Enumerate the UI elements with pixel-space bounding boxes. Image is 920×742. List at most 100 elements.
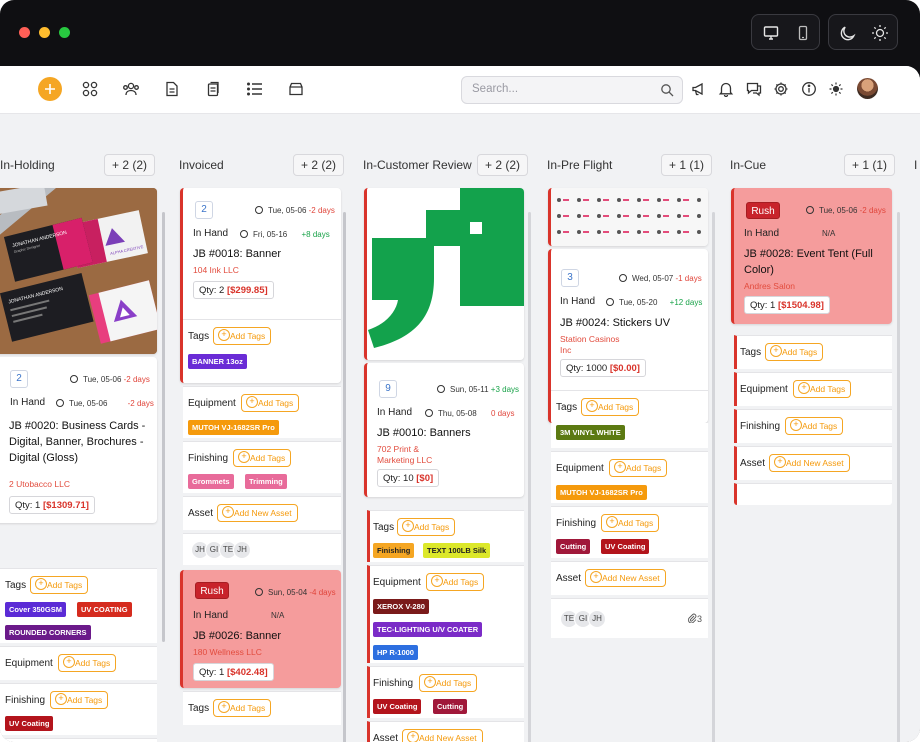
job-title[interactable]: JB #0026: Banner xyxy=(193,630,281,642)
add-new-asset-button[interactable]: Add New Asset xyxy=(769,454,850,472)
column-count-button[interactable]: + 2 (2) xyxy=(104,154,156,176)
brightness-icon[interactable] xyxy=(826,79,846,99)
equipment-chip[interactable]: XEROX V-280 xyxy=(373,599,429,614)
add-tags-button[interactable]: Add Tags xyxy=(765,343,824,361)
job-title[interactable]: JB #0024: Stickers UV xyxy=(560,317,670,329)
attachments-count[interactable]: 3 xyxy=(687,613,702,624)
tag-chip[interactable]: Cover 350GSM xyxy=(5,602,66,617)
job-title[interactable]: JB #0018: Banner xyxy=(193,248,281,260)
finishing-chip[interactable]: Grommets xyxy=(188,474,234,489)
desktop-icon[interactable] xyxy=(758,20,784,46)
column-count-button[interactable]: + 2 (2) xyxy=(477,154,529,176)
tag-chip[interactable]: ROUNDED CORNERS xyxy=(5,625,91,640)
add-tags-button[interactable]: Add Tags xyxy=(397,518,456,536)
list-icon[interactable] xyxy=(244,78,266,100)
job-title[interactable]: JB #0020: Business Cards - Digital, Bann… xyxy=(9,418,154,466)
company-name[interactable]: 702 Print & Marketing LLC xyxy=(377,444,457,466)
job-card-0026[interactable]: Rush Sun, 05-04 -4 days In Hand N/A JB #… xyxy=(180,570,341,688)
search-input[interactable]: Search... xyxy=(461,76,683,104)
user-avatar[interactable] xyxy=(857,78,878,99)
job-title[interactable]: JB #0010: Banners xyxy=(377,427,471,439)
add-tags-button[interactable]: Add Tags xyxy=(793,380,852,398)
add-tags-button[interactable]: Add Tags xyxy=(30,576,89,594)
add-button[interactable] xyxy=(38,77,62,101)
close-window-button[interactable] xyxy=(19,27,30,38)
info-icon[interactable] xyxy=(799,79,819,99)
add-tags-button[interactable]: Add Tags xyxy=(609,459,668,477)
settings-icon[interactable] xyxy=(771,79,791,99)
add-tags-button[interactable]: Add Tags xyxy=(213,327,272,345)
maximize-window-button[interactable] xyxy=(59,27,70,38)
add-tags-button[interactable]: Add Tags xyxy=(213,699,272,717)
green-logo-artwork xyxy=(367,188,524,360)
company-name[interactable]: 2 Utobacco LLC xyxy=(9,479,70,489)
job-card-image[interactable] xyxy=(548,188,708,246)
finishing-chip[interactable]: UV Coating xyxy=(5,716,54,731)
equipment-chip[interactable]: HP R-1000 xyxy=(373,645,418,660)
tag-chip[interactable]: UV COATING xyxy=(77,602,132,617)
column-count-button[interactable]: + 2 (2) xyxy=(293,154,345,176)
finishing-section: Finishing Add Tags Cutting UV Coating xyxy=(551,506,708,558)
company-name[interactable]: Andres Salon xyxy=(744,281,795,291)
document-icon[interactable] xyxy=(161,78,183,100)
users-icon[interactable] xyxy=(120,78,142,100)
finishing-chip[interactable]: Cutting xyxy=(556,539,591,554)
add-tags-button[interactable]: Add Tags xyxy=(233,449,292,467)
tag-chip[interactable]: BANNER 13oz xyxy=(188,354,247,369)
column-count-button[interactable]: + 1 (1) xyxy=(661,154,713,176)
finishing-label: Finishing xyxy=(373,678,414,689)
assignee-avatar[interactable]: JH xyxy=(588,610,606,628)
company-name[interactable]: 180 Wellness LLC xyxy=(193,647,262,657)
job-card-image[interactable] xyxy=(364,188,524,360)
column-title: In-Cue xyxy=(730,158,767,172)
moon-icon[interactable] xyxy=(835,20,861,46)
clock-icon xyxy=(606,298,614,306)
add-tags-button[interactable]: Add Tags xyxy=(241,394,300,412)
dashboard-icon[interactable] xyxy=(79,78,101,100)
finishing-chip[interactable]: UV Coating xyxy=(601,539,650,554)
tag-chip[interactable]: Finishing xyxy=(373,543,415,558)
job-card-0010[interactable]: 9 Sun, 05-11 +3 days In Hand Thu, 05-08 … xyxy=(364,363,524,497)
add-tags-button[interactable]: Add Tags xyxy=(426,573,485,591)
add-tags-button[interactable]: Add Tags xyxy=(58,654,117,672)
company-name[interactable]: 104 Ink LLC xyxy=(193,265,239,275)
sun-icon[interactable] xyxy=(867,20,893,46)
job-card-0028[interactable]: Rush Tue, 05-06 -2 days In Hand N/A JB #… xyxy=(731,188,892,324)
add-tags-button[interactable]: Add Tags xyxy=(419,674,478,692)
finishing-chip[interactable]: Cutting xyxy=(433,699,468,714)
add-tags-button[interactable]: Add Tags xyxy=(581,398,640,416)
add-new-asset-button[interactable]: Add New Asset xyxy=(585,569,666,587)
column-scrollbar[interactable] xyxy=(162,212,165,642)
equipment-chip[interactable]: TEC-LIGHTING U/V COATER xyxy=(373,622,483,637)
add-tags-button[interactable]: Add Tags xyxy=(785,417,844,435)
equipment-section: Equipment Add Tags xyxy=(0,646,157,680)
finishing-chip[interactable]: UV Coating xyxy=(373,699,422,714)
minimize-window-button[interactable] xyxy=(39,27,50,38)
company-name[interactable]: Station Casinos Inc xyxy=(560,334,630,356)
add-tags-button[interactable]: Add Tags xyxy=(601,514,660,532)
job-card-0020[interactable]: 2 Tue, 05-06 -2 days In Hand Tue, 05-06 … xyxy=(0,357,157,523)
tags-section: Tags Add Tags Cover 350GSM UV COATING RO… xyxy=(0,568,157,643)
column-count-button[interactable]: + 1 (1) xyxy=(844,154,896,176)
bell-icon[interactable] xyxy=(716,79,736,99)
job-title[interactable]: JB #0028: Event Tent (Full Color) xyxy=(744,246,889,278)
add-new-asset-button[interactable]: Add New Asset xyxy=(217,504,298,522)
job-card-0024[interactable]: 3 Wed, 05-07 -1 days In Hand Tue, 05-20 … xyxy=(548,249,708,423)
tag-chip[interactable]: 3M VINYL WHITE xyxy=(556,425,625,440)
archive-icon[interactable] xyxy=(285,78,307,100)
add-tags-button[interactable]: Add Tags xyxy=(50,691,109,709)
job-card-image[interactable]: ALPHA CREATIVE JONATHAN ANDERSON Graphic… xyxy=(0,188,157,354)
job-card-0018[interactable]: 2 Tue, 05-06 -2 days In Hand Fri, 05-16 … xyxy=(180,188,341,383)
tag-chip[interactable]: TEXT 100LB Silk xyxy=(423,543,491,558)
megaphone-icon[interactable] xyxy=(689,79,709,99)
column-scrollbar[interactable] xyxy=(343,212,346,742)
finishing-chip[interactable]: Trimming xyxy=(245,474,287,489)
add-new-asset-button[interactable]: Add New Asset xyxy=(402,729,483,742)
equipment-chip[interactable]: MUTOH VJ-1682SR Pro xyxy=(556,485,647,500)
assignee-avatar[interactable]: JH xyxy=(233,541,251,559)
due-date: Wed, 05-07 -1 days xyxy=(619,274,702,283)
chat-icon[interactable] xyxy=(744,79,764,99)
equipment-chip[interactable]: MUTOH VJ-1682SR Pro xyxy=(188,420,279,435)
mobile-icon[interactable] xyxy=(790,20,816,46)
invoices-icon[interactable] xyxy=(202,78,224,100)
